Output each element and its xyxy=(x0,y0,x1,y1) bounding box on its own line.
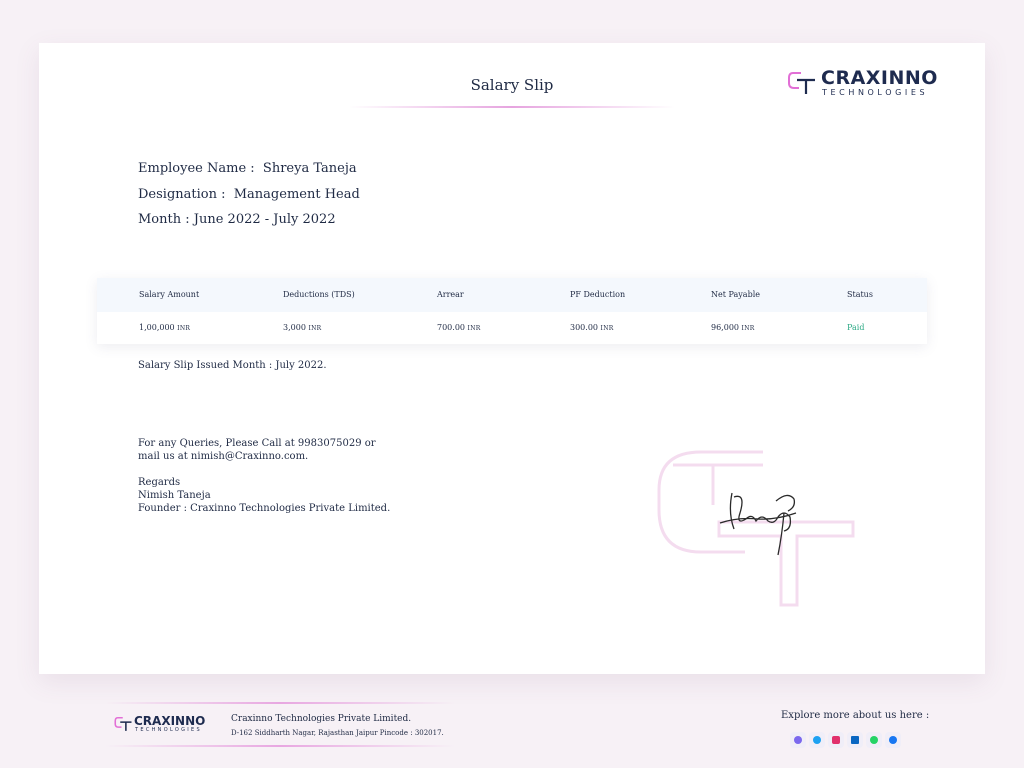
header-salary-amount: Salary Amount xyxy=(139,290,200,299)
facebook-icon[interactable] xyxy=(885,732,901,748)
salary-value: 1,00,000 xyxy=(139,323,175,332)
header-deductions: Deductions (TDS) xyxy=(283,290,355,299)
header-pf-deduction: PF Deduction xyxy=(570,290,626,299)
regards-block: Regards Nimish Taneja Founder : Craxinno… xyxy=(138,476,390,515)
footer-logo: CRAXINNO TECHNOLOGIES xyxy=(114,714,224,737)
currency-unit: INR xyxy=(177,325,191,332)
cell-pf-deduction: 300.00 INR xyxy=(570,323,614,332)
month-label: Month : xyxy=(138,212,190,227)
currency-unit: INR xyxy=(308,325,322,332)
signature-image xyxy=(719,492,797,556)
table-header: Salary Amount Deductions (TDS) Arrear PF… xyxy=(97,278,927,312)
issued-month-note: Salary Slip Issued Month : July 2022. xyxy=(138,360,327,371)
globe-icon[interactable] xyxy=(790,732,806,748)
designation-label: Designation : xyxy=(138,187,226,202)
footer-company-name: Craxinno Technologies Private Limited. xyxy=(231,714,412,724)
salary-table: Salary Amount Deductions (TDS) Arrear PF… xyxy=(97,278,927,344)
employee-name-label: Employee Name : xyxy=(138,161,255,176)
arrear-value: 700.00 xyxy=(437,323,465,332)
designation-value: Management Head xyxy=(233,187,360,202)
signatory-name: Nimish Taneja xyxy=(138,490,211,501)
company-logo: CRAXINNO TECHNOLOGIES xyxy=(787,67,957,101)
employee-name-line: Employee Name : Shreya Taneja xyxy=(138,161,357,176)
linkedin-icon[interactable] xyxy=(847,732,863,748)
footer-address: D-162 Siddharth Nagar, Rajasthan Jaipur … xyxy=(231,729,444,737)
header-net-payable: Net Payable xyxy=(711,290,760,299)
cell-deductions: 3,000 INR xyxy=(283,323,322,332)
ct-logo-icon xyxy=(788,72,815,94)
footer-divider-bottom xyxy=(105,745,455,747)
skype-icon[interactable] xyxy=(809,732,825,748)
queries-contact: For any Queries, Please Call at 99830750… xyxy=(138,438,376,462)
deductions-value: 3,000 xyxy=(283,323,306,332)
footer-logo-subtitle: TECHNOLOGIES xyxy=(135,727,202,733)
designation-line: Designation : Management Head xyxy=(138,187,360,202)
whatsapp-icon[interactable] xyxy=(866,732,882,748)
explore-label: Explore more about us here : xyxy=(781,710,930,721)
cell-arrear: 700.00 INR xyxy=(437,323,481,332)
logo-subtitle: TECHNOLOGIES xyxy=(822,88,929,97)
logo-brand: CRAXINNO xyxy=(821,67,938,89)
currency-unit: INR xyxy=(600,325,614,332)
ct-logo-icon xyxy=(114,716,132,731)
instagram-icon[interactable] xyxy=(828,732,844,748)
net-value: 96,000 xyxy=(711,323,739,332)
cell-net-payable: 96,000 INR xyxy=(711,323,755,332)
employee-name: Shreya Taneja xyxy=(262,161,357,176)
header-arrear: Arrear xyxy=(437,290,464,299)
month-line: Month : June 2022 - July 2022 xyxy=(138,212,336,227)
header-status: Status xyxy=(847,290,873,299)
currency-unit: INR xyxy=(467,325,481,332)
pf-value: 300.00 xyxy=(570,323,598,332)
currency-unit: INR xyxy=(741,325,755,332)
month-value: June 2022 - July 2022 xyxy=(193,212,336,227)
title-underline xyxy=(349,106,675,108)
signatory-title: Founder : Craxinno Technologies Private … xyxy=(138,503,391,514)
status-badge: Paid xyxy=(847,323,865,332)
footer-divider-top xyxy=(105,702,455,704)
social-links xyxy=(790,732,901,748)
regards-line: Regards xyxy=(138,477,181,488)
footer-logo-brand: CRAXINNO xyxy=(134,714,206,728)
cell-salary-amount: 1,00,000 INR xyxy=(139,323,190,332)
salary-slip-card: Salary Slip CRAXINNO TECHNOLOGIES Employ… xyxy=(39,43,985,674)
